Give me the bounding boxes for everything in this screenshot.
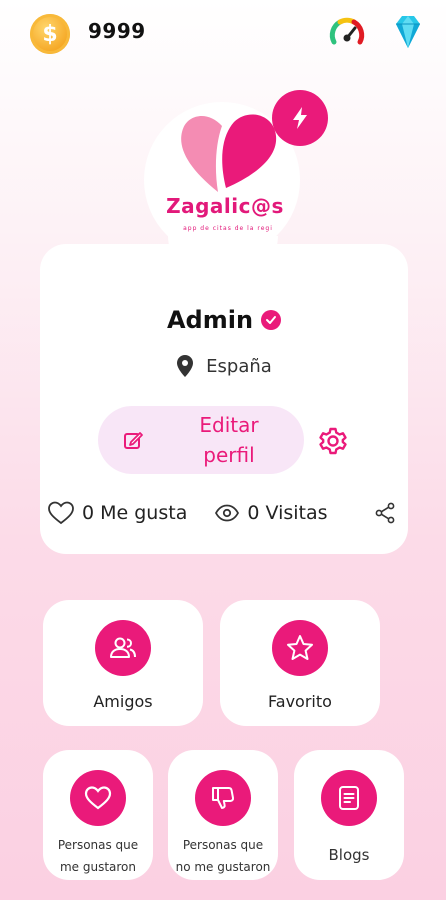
location-text: España bbox=[206, 355, 272, 377]
liked-icon-circle bbox=[70, 770, 126, 826]
app-tagline: app de citas de la regi bbox=[183, 225, 273, 232]
location-pin-icon bbox=[177, 355, 194, 377]
friends-label: Amigos bbox=[93, 692, 153, 711]
profile-stats: 0 Me gusta 0 Visitas bbox=[48, 498, 396, 528]
verified-badge-icon bbox=[261, 310, 282, 330]
profile-name-row: Admin bbox=[40, 306, 408, 334]
disliked-people-tile[interactable]: Personas que no me gustaron bbox=[168, 750, 278, 880]
share-icon[interactable] bbox=[374, 502, 396, 524]
disliked-icon-circle bbox=[195, 770, 251, 826]
speedometer-icon[interactable] bbox=[328, 14, 366, 52]
profile-name: Admin bbox=[166, 306, 254, 334]
favorite-tile[interactable]: Favorito bbox=[220, 600, 380, 726]
friends-icon-circle bbox=[95, 620, 151, 676]
liked-people-tile[interactable]: Personas que me gustaron bbox=[43, 750, 153, 880]
edit-profile-button[interactable]: Editar perfil bbox=[98, 406, 304, 474]
disliked-people-label: Personas que no me gustaron bbox=[175, 838, 271, 874]
likes-count: 0 Me gusta bbox=[82, 502, 188, 524]
thumbs-down-icon bbox=[212, 787, 235, 809]
friends-tile[interactable]: Amigos bbox=[43, 600, 203, 726]
likes-stat[interactable]: 0 Me gusta bbox=[48, 501, 187, 525]
app-name: Zagalic@s bbox=[166, 194, 284, 218]
blogs-label: Blogs bbox=[328, 846, 370, 864]
edit-icon bbox=[124, 432, 143, 449]
users-icon bbox=[110, 637, 136, 658]
diamond-icon[interactable] bbox=[388, 12, 428, 52]
favorite-icon-circle bbox=[272, 620, 328, 676]
lightning-badge[interactable] bbox=[272, 90, 328, 146]
settings-gear-icon[interactable] bbox=[318, 426, 348, 456]
favorite-label: Favorito bbox=[268, 692, 332, 711]
visits-count: 0 Visitas bbox=[247, 502, 328, 524]
blogs-icon-circle bbox=[321, 770, 377, 826]
profile-location: España bbox=[40, 354, 408, 378]
coin-count: 9999 bbox=[88, 19, 146, 43]
document-icon bbox=[339, 786, 359, 810]
visits-stat[interactable]: 0 Visitas bbox=[215, 502, 328, 524]
star-icon bbox=[287, 635, 313, 660]
heart-outline-icon bbox=[48, 501, 74, 525]
logo-heart-icon bbox=[181, 114, 277, 192]
coin-icon[interactable]: $ bbox=[30, 14, 70, 54]
lightning-icon bbox=[293, 107, 307, 129]
eye-icon bbox=[215, 504, 240, 522]
heart-icon bbox=[84, 786, 112, 810]
edit-profile-label: Editar perfil bbox=[199, 413, 259, 467]
liked-people-label: Personas que me gustaron bbox=[57, 838, 139, 874]
blogs-tile[interactable]: Blogs bbox=[294, 750, 404, 880]
